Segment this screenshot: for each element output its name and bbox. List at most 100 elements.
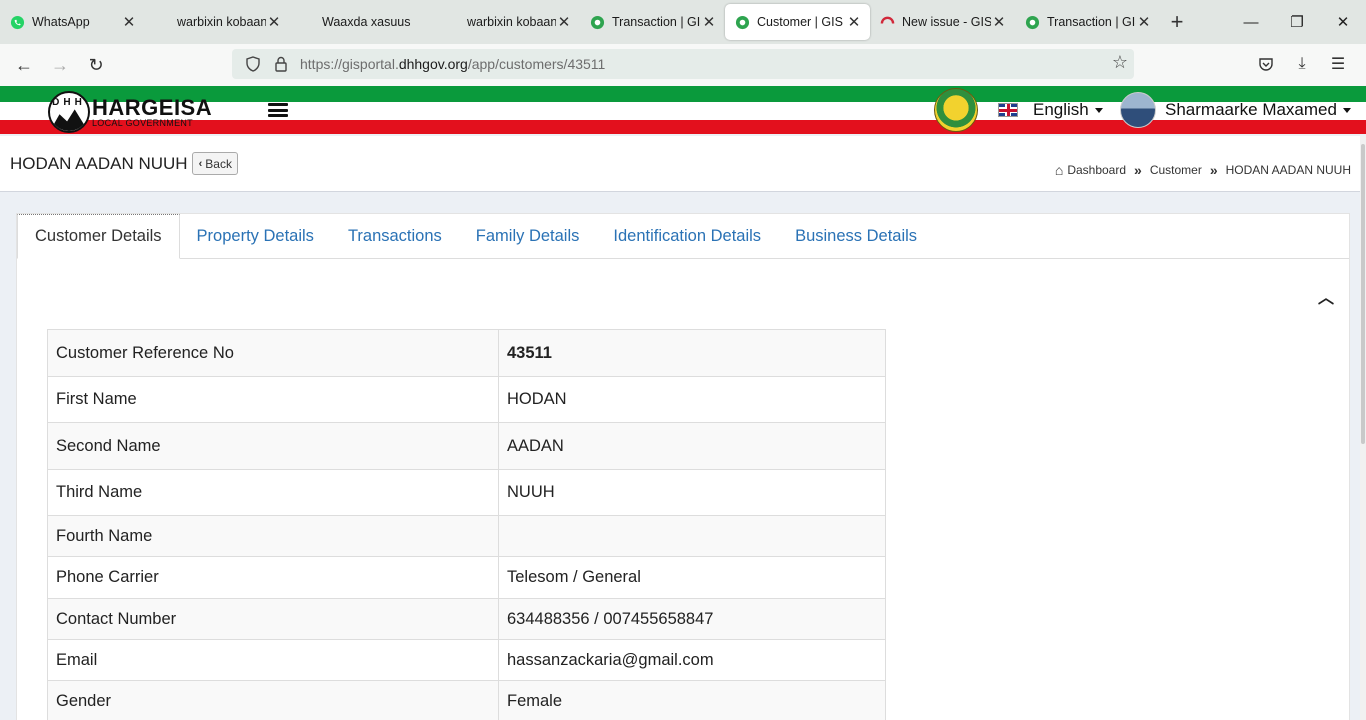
close-tab-icon[interactable]: ✕	[1136, 13, 1152, 31]
table-row: Email hassanzackaria@gmail.com	[47, 639, 886, 681]
browser-tab-strip: WhatsApp ✕ warbixin kobaan.pdf ✕ Waaxda …	[0, 0, 1366, 44]
chevron-up-icon[interactable]: ︿	[1318, 284, 1334, 308]
browser-tab[interactable]: Transaction | GIS ✕	[580, 4, 725, 40]
new-tab-plus-icon[interactable]: +	[1160, 4, 1194, 40]
detail-label: Contact Number	[47, 598, 499, 640]
browser-tab[interactable]: New issue - GIS- ✕	[870, 4, 1015, 40]
detail-value: Female	[498, 680, 886, 720]
national-emblem-icon	[934, 88, 978, 132]
tab-transactions[interactable]: Transactions	[331, 214, 459, 259]
breadcrumb-separator: »	[1209, 162, 1218, 178]
avatar	[1120, 92, 1156, 128]
breadcrumb-dashboard[interactable]: Dashboard	[1067, 163, 1126, 177]
forward-arrow-icon[interactable]: →	[42, 47, 78, 83]
restore-icon[interactable]: ❐	[1274, 0, 1320, 44]
browser-tab[interactable]: warbixin kobaan.pdf ✕	[435, 4, 580, 40]
tab-customer-details[interactable]: Customer Details	[17, 214, 180, 259]
tab-title: Customer | GIS P	[757, 15, 846, 29]
breadcrumb-separator: »	[1134, 162, 1142, 178]
tab-title: warbixin kobaan.pdf	[467, 15, 556, 29]
page-scrollbar[interactable]	[1360, 136, 1366, 720]
detail-label: Second Name	[47, 422, 499, 470]
language-label: English	[1033, 100, 1089, 119]
gis-icon	[735, 15, 750, 30]
caret-down-icon	[1094, 107, 1103, 113]
detail-value: 634488356 / 007455658847	[498, 598, 886, 640]
table-row: Contact Number 634488356 / 007455658847	[47, 598, 886, 640]
browser-tab[interactable]: Transaction | GIS ✕	[1015, 4, 1160, 40]
browser-tab[interactable]: WhatsApp ✕	[0, 4, 145, 40]
browser-tab[interactable]: warbixin kobaan.pdf ✕	[145, 4, 290, 40]
tab-title: New issue - GIS-	[902, 15, 991, 29]
detail-label: Phone Carrier	[47, 556, 499, 599]
chevron-left-icon: ‹	[198, 157, 203, 170]
language-selector[interactable]: English	[998, 100, 1103, 120]
logo-subtitle: LOCAL GOVERNMENT	[92, 117, 193, 128]
close-tab-icon[interactable]: ✕	[701, 13, 717, 31]
breadcrumb-customer[interactable]: Customer	[1150, 163, 1202, 177]
user-name: Sharmaarke Maxamed	[1165, 100, 1337, 119]
pocket-icon[interactable]	[1248, 49, 1284, 79]
detail-label: First Name	[47, 376, 499, 423]
close-tab-icon[interactable]: ✕	[266, 13, 282, 31]
table-row: Customer Reference No 43511	[47, 329, 886, 377]
close-tab-icon[interactable]: ✕	[556, 13, 572, 31]
detail-value: AADAN	[498, 422, 886, 470]
uk-flag-icon	[998, 103, 1018, 117]
tab-title: Transaction | GIS	[1047, 15, 1136, 29]
tab-title: Waaxda xasuus reeb	[322, 15, 411, 29]
tab-business-details[interactable]: Business Details	[778, 214, 934, 259]
minimize-icon[interactable]: —	[1228, 0, 1274, 44]
customer-card: Customer Details Property Details Transa…	[16, 213, 1350, 720]
browser-tab[interactable]: Waaxda xasuus reeb	[290, 4, 435, 40]
table-row: Second Name AADAN	[47, 422, 886, 470]
pdf-icon	[300, 15, 315, 30]
caret-down-icon	[1342, 107, 1351, 113]
detail-value	[498, 515, 886, 557]
table-row: Gender Female	[47, 680, 886, 720]
tab-family-details[interactable]: Family Details	[459, 214, 597, 259]
breadcrumb-current: HODAN AADAN NUUH	[1225, 163, 1351, 177]
detail-label: Third Name	[47, 469, 499, 516]
scrollbar-thumb[interactable]	[1361, 144, 1365, 444]
window-controls: — ❐ ✕	[1228, 0, 1366, 44]
shield-icon[interactable]	[242, 53, 264, 75]
table-row: Third Name NUUH	[47, 469, 886, 516]
tab-property-details[interactable]: Property Details	[180, 214, 331, 259]
close-tab-icon[interactable]: ✕	[846, 13, 862, 31]
reload-icon[interactable]: ↻	[78, 47, 114, 83]
tab-title: WhatsApp	[32, 15, 90, 29]
user-menu[interactable]: Sharmaarke Maxamed	[1120, 92, 1351, 128]
tab-title: warbixin kobaan.pdf	[177, 15, 266, 29]
url-text: https://gisportal.dhhgov.org/app/custome…	[300, 56, 606, 72]
detail-label: Customer Reference No	[47, 329, 499, 377]
close-window-icon[interactable]: ✕	[1320, 0, 1366, 44]
breadcrumb: ⌂ Dashboard » Customer » HODAN AADAN NUU…	[1055, 162, 1351, 178]
lock-icon[interactable]	[270, 53, 292, 75]
close-tab-icon[interactable]: ✕	[121, 13, 137, 31]
browser-nav-bar: ← → ↻ https://gisportal.dhhgov.org/app/c…	[0, 44, 1366, 86]
table-row: Fourth Name	[47, 515, 886, 557]
address-bar[interactable]: https://gisportal.dhhgov.org/app/custome…	[232, 49, 1134, 79]
bookmark-star-icon[interactable]: ☆	[1112, 52, 1128, 73]
whatsapp-icon	[10, 15, 25, 30]
detail-value: HODAN	[498, 376, 886, 423]
gis-icon	[1025, 15, 1040, 30]
detail-label: Email	[47, 639, 499, 681]
back-button[interactable]: ‹ Back	[191, 152, 238, 175]
close-tab-icon[interactable]: ✕	[991, 13, 1007, 31]
download-icon[interactable]: ⤓	[1284, 49, 1320, 79]
gitlab-icon	[880, 15, 895, 30]
browser-toolbar-right: ⤓ ☰	[1248, 49, 1356, 79]
detail-value: hassanzackaria@gmail.com	[498, 639, 886, 681]
menu-icon[interactable]: ☰	[1320, 49, 1356, 79]
customer-details-table: Customer Reference No 43511 First Name H…	[47, 329, 886, 720]
hargeisa-logo[interactable]: DHH HARGEISA LOCAL GOVERNMENT	[48, 90, 212, 134]
detail-value: NUUH	[498, 469, 886, 516]
browser-tab-active[interactable]: Customer | GIS P ✕	[725, 4, 870, 40]
detail-label: Gender	[47, 680, 499, 720]
sidebar-toggle-hamburger-icon[interactable]	[268, 103, 288, 117]
table-row: First Name HODAN	[47, 376, 886, 423]
tab-identification-details[interactable]: Identification Details	[596, 214, 778, 259]
back-arrow-icon[interactable]: ←	[6, 47, 42, 83]
